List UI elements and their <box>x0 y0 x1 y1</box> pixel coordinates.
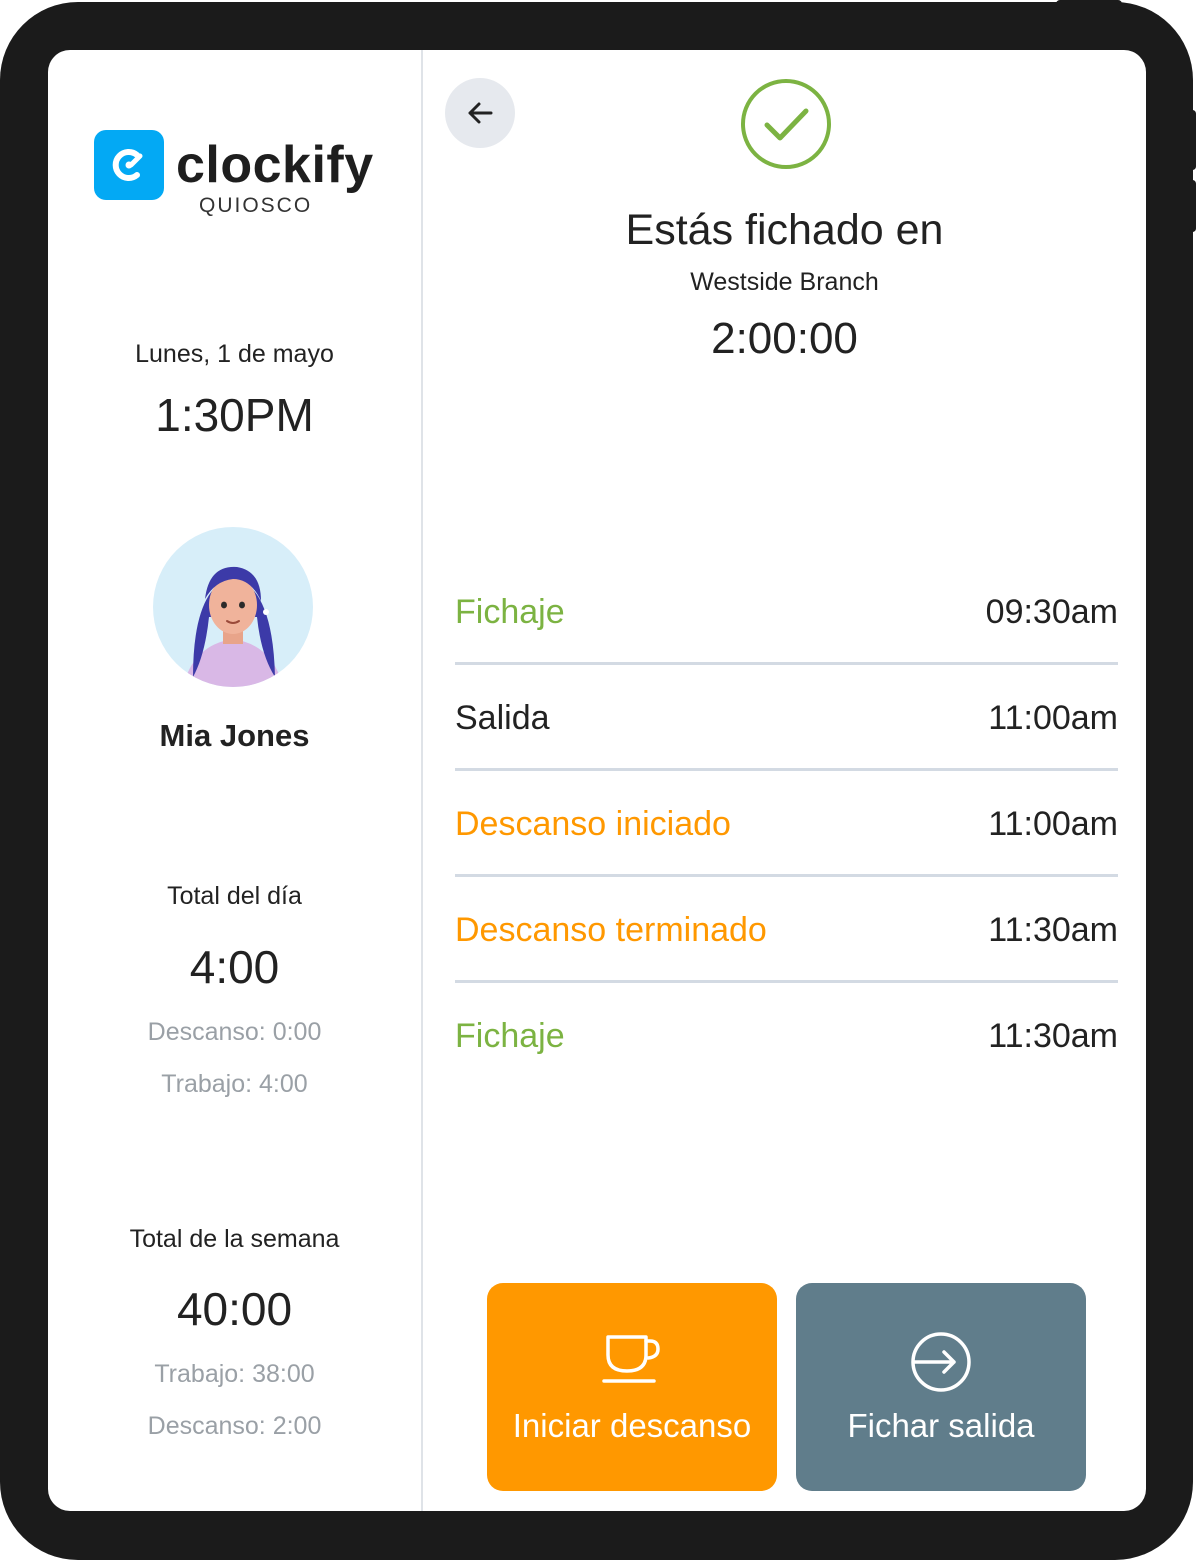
start-break-label: Iniciar descanso <box>512 1407 752 1444</box>
day-break-total: Descanso: 0:00 <box>147 1018 322 1046</box>
event-time: 11:30am <box>988 910 1118 949</box>
coffee-cup-icon <box>602 1335 660 1383</box>
week-total-label: Total de la semana <box>129 1225 340 1253</box>
event-label: Fichaje <box>455 1016 565 1055</box>
status-title: Estás fichado en <box>625 206 944 254</box>
user-name: Mia Jones <box>159 718 310 753</box>
event-label: Fichaje <box>455 592 565 631</box>
device-side-button <box>1189 110 1196 170</box>
current-time: 1:30PM <box>155 389 314 441</box>
clockify-logo-icon <box>94 130 164 200</box>
event-row: Salida 11:00am <box>455 666 1118 770</box>
row-divider <box>455 874 1118 877</box>
back-button[interactable] <box>445 78 515 148</box>
device-side-button-2 <box>1189 180 1196 232</box>
device-top-button <box>1056 0 1122 8</box>
exit-arrow-icon <box>911 1332 971 1392</box>
event-time: 11:00am <box>988 804 1118 843</box>
brand-subtitle: QUIOSCO <box>199 194 313 217</box>
arrow-left-icon <box>468 102 493 124</box>
kiosk-screen: clockify QUIOSCO Lunes, 1 de mayo 1:30PM… <box>48 50 1146 1511</box>
event-time: 11:30am <box>988 1016 1118 1055</box>
week-total-value: 40:00 <box>176 1283 293 1335</box>
event-time: 09:30am <box>985 592 1118 631</box>
event-row: Fichaje 11:30am <box>455 984 1118 1088</box>
day-work-total: Trabajo: 4:00 <box>161 1070 308 1098</box>
app-logo: clockify <box>94 130 374 200</box>
row-divider <box>455 768 1118 771</box>
start-break-button[interactable]: Iniciar descanso <box>487 1283 777 1491</box>
day-total-label: Total del día <box>167 882 302 910</box>
current-date: Lunes, 1 de mayo <box>135 340 334 368</box>
clock-out-label: Fichar salida <box>847 1407 1035 1444</box>
event-label: Descanso iniciado <box>455 804 731 843</box>
clock-out-button[interactable]: Fichar salida <box>796 1283 1086 1491</box>
elapsed-timer: 2:00:00 <box>711 314 858 363</box>
event-row: Descanso iniciado 11:00am <box>455 772 1118 876</box>
avatar <box>153 527 313 687</box>
event-time: 11:00am <box>988 698 1118 737</box>
brand-name: clockify <box>176 136 374 194</box>
event-label: Descanso terminado <box>455 910 767 949</box>
week-work-total: Trabajo: 38:00 <box>154 1360 315 1388</box>
check-circle-icon <box>740 78 832 170</box>
row-divider <box>455 980 1118 983</box>
event-row: Descanso terminado 11:30am <box>455 878 1118 982</box>
location-name: Westside Branch <box>690 268 879 296</box>
day-total-value: 4:00 <box>189 941 280 993</box>
event-label: Salida <box>455 698 550 737</box>
event-row: Fichaje 09:30am <box>455 560 1118 664</box>
row-divider <box>455 662 1118 665</box>
week-break-total: Descanso: 2:00 <box>147 1412 322 1440</box>
employee-summary-panel: clockify QUIOSCO Lunes, 1 de mayo 1:30PM… <box>48 50 421 1511</box>
